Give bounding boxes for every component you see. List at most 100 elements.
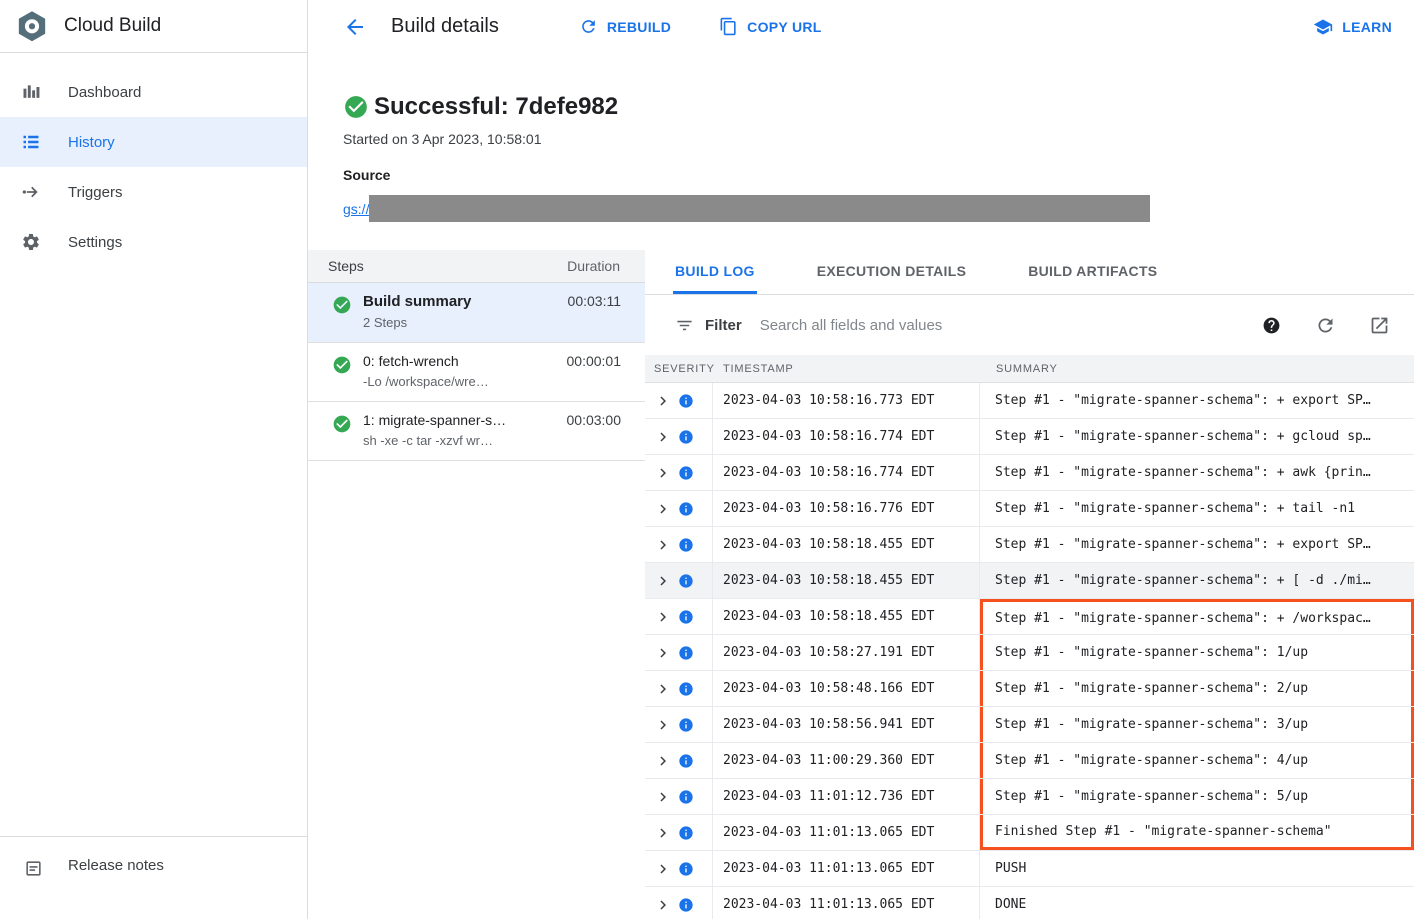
log-tabbar: BUILD LOG EXECUTION DETAILS BUILD ARTIFA… bbox=[645, 250, 1414, 295]
log-severity-cell bbox=[645, 635, 713, 670]
log-row: 2023-04-03 10:58:48.166 EDT Step #1 - "m… bbox=[645, 671, 1414, 707]
log-timestamp: 2023-04-03 10:58:48.166 EDT bbox=[713, 671, 980, 706]
expand-chevron-icon[interactable] bbox=[654, 752, 672, 770]
open-in-new-icon[interactable] bbox=[1368, 314, 1390, 336]
log-row: 2023-04-03 11:01:13.065 EDT PUSH bbox=[645, 851, 1414, 887]
expand-chevron-icon[interactable] bbox=[654, 788, 672, 806]
info-icon[interactable] bbox=[678, 681, 694, 697]
log-summary: Step #1 - "migrate-spanner-schema": 3/up bbox=[980, 707, 1414, 742]
expand-chevron-icon[interactable] bbox=[654, 860, 672, 878]
info-icon[interactable] bbox=[678, 861, 694, 877]
expand-chevron-icon[interactable] bbox=[654, 428, 672, 446]
log-timestamp: 2023-04-03 10:58:16.776 EDT bbox=[713, 491, 980, 526]
log-summary: Step #1 - "migrate-spanner-schema": + gc… bbox=[980, 419, 1414, 454]
log-severity-cell bbox=[645, 671, 713, 706]
expand-chevron-icon[interactable] bbox=[654, 716, 672, 734]
copy-url-label: COPY URL bbox=[747, 19, 822, 35]
tab-build-artifacts[interactable]: BUILD ARTIFACTS bbox=[1026, 250, 1159, 294]
log-severity-cell bbox=[645, 599, 713, 634]
source-label: Source bbox=[343, 167, 1414, 183]
release-notes-label: Release notes bbox=[68, 857, 164, 874]
log-severity-cell bbox=[645, 383, 713, 418]
step-duration: 00:00:01 bbox=[567, 353, 622, 389]
info-icon[interactable] bbox=[678, 897, 694, 913]
redacted-source-bar bbox=[369, 195, 1150, 222]
info-icon[interactable] bbox=[678, 429, 694, 445]
sidebar-item-history[interactable]: History bbox=[0, 117, 307, 167]
steps-header: Steps Duration bbox=[308, 250, 645, 283]
info-icon[interactable] bbox=[678, 573, 694, 589]
log-summary: Step #1 - "migrate-spanner-schema": + ex… bbox=[980, 383, 1414, 418]
expand-chevron-icon[interactable] bbox=[654, 824, 672, 842]
step-title: Build summary bbox=[363, 293, 557, 310]
log-summary: Step #1 - "migrate-spanner-schema": + [ … bbox=[980, 563, 1414, 598]
info-icon[interactable] bbox=[678, 717, 694, 733]
step-row-fetch-wrench[interactable]: 0: fetch-wrench -Lo /workspace/wre… 00:0… bbox=[308, 343, 645, 402]
source-link[interactable]: gs:// bbox=[343, 201, 369, 217]
log-table-header: SEVERITY TIMESTAMP SUMMARY bbox=[645, 355, 1414, 383]
tab-execution-details[interactable]: EXECUTION DETAILS bbox=[815, 250, 969, 294]
log-timestamp: 2023-04-03 10:58:16.773 EDT bbox=[713, 383, 980, 418]
log-severity-cell bbox=[645, 419, 713, 454]
log-row: 2023-04-03 10:58:27.191 EDT Step #1 - "m… bbox=[645, 635, 1414, 671]
log-summary: Step #1 - "migrate-spanner-schema": 2/up bbox=[980, 671, 1414, 706]
sidebar-item-settings[interactable]: Settings bbox=[0, 217, 307, 267]
expand-chevron-icon[interactable] bbox=[654, 644, 672, 662]
info-icon[interactable] bbox=[678, 537, 694, 553]
info-icon[interactable] bbox=[678, 609, 694, 625]
step-duration: 00:03:00 bbox=[567, 412, 622, 448]
step-subtitle: -Lo /workspace/wre… bbox=[363, 374, 556, 389]
log-summary: Step #1 - "migrate-spanner-schema": 5/up bbox=[980, 779, 1414, 814]
learn-button[interactable]: LEARN bbox=[1313, 17, 1392, 37]
info-icon[interactable] bbox=[678, 753, 694, 769]
info-icon[interactable] bbox=[678, 465, 694, 481]
copy-url-button[interactable]: COPY URL bbox=[719, 17, 822, 36]
log-row: 2023-04-03 11:01:13.065 EDT DONE bbox=[645, 887, 1414, 919]
log-timestamp: 2023-04-03 10:58:18.455 EDT bbox=[713, 563, 980, 598]
expand-chevron-icon[interactable] bbox=[654, 464, 672, 482]
log-timestamp: 2023-04-03 10:58:16.774 EDT bbox=[713, 419, 980, 454]
expand-chevron-icon[interactable] bbox=[654, 896, 672, 914]
log-summary: Step #1 - "migrate-spanner-schema": + ta… bbox=[980, 491, 1414, 526]
log-timestamp: 2023-04-03 10:58:18.455 EDT bbox=[713, 599, 980, 634]
tab-build-log[interactable]: BUILD LOG bbox=[673, 250, 757, 294]
help-icon[interactable] bbox=[1260, 314, 1282, 336]
rebuild-button[interactable]: REBUILD bbox=[579, 17, 671, 36]
main-area: Build details REBUILD COPY URL LEARN Suc… bbox=[308, 0, 1414, 919]
expand-chevron-icon[interactable] bbox=[654, 392, 672, 410]
refresh-icon[interactable] bbox=[1314, 314, 1336, 336]
log-rows: 2023-04-03 10:58:16.773 EDT Step #1 - "m… bbox=[645, 383, 1414, 919]
sidebar-item-triggers[interactable]: Triggers bbox=[0, 167, 307, 217]
sidebar-item-dashboard[interactable]: Dashboard bbox=[0, 67, 307, 117]
log-table: SEVERITY TIMESTAMP SUMMARY 2023-04-03 10… bbox=[645, 355, 1414, 919]
step-duration: 00:03:11 bbox=[568, 293, 621, 330]
expand-chevron-icon[interactable] bbox=[654, 536, 672, 554]
expand-chevron-icon[interactable] bbox=[654, 500, 672, 518]
log-row: 2023-04-03 10:58:16.774 EDT Step #1 - "m… bbox=[645, 455, 1414, 491]
log-timestamp: 2023-04-03 11:01:12.736 EDT bbox=[713, 779, 980, 814]
expand-chevron-icon[interactable] bbox=[654, 680, 672, 698]
info-icon[interactable] bbox=[678, 393, 694, 409]
step-row-migrate-spanner[interactable]: 1: migrate-spanner-s… sh -xe -c tar -xzv… bbox=[308, 402, 645, 461]
info-icon[interactable] bbox=[678, 501, 694, 517]
release-notes[interactable]: Release notes bbox=[0, 836, 307, 919]
filter-button[interactable]: Filter bbox=[675, 316, 742, 335]
info-icon[interactable] bbox=[678, 645, 694, 661]
step-row-build-summary[interactable]: Build summary 2 Steps 00:03:11 bbox=[308, 283, 645, 343]
log-summary: Finished Step #1 - "migrate-spanner-sche… bbox=[980, 815, 1414, 850]
expand-chevron-icon[interactable] bbox=[654, 608, 672, 626]
release-notes-icon bbox=[22, 857, 44, 879]
sidebar: Cloud Build Dashboard History Triggers bbox=[0, 0, 308, 919]
info-icon[interactable] bbox=[678, 825, 694, 841]
back-arrow-icon[interactable] bbox=[343, 15, 367, 39]
log-timestamp: 2023-04-03 11:01:13.065 EDT bbox=[713, 851, 980, 886]
log-summary: Step #1 - "migrate-spanner-schema": + /w… bbox=[980, 599, 1414, 634]
expand-chevron-icon[interactable] bbox=[654, 572, 672, 590]
log-summary: Step #1 - "migrate-spanner-schema": 1/up bbox=[980, 635, 1414, 670]
trigger-arrow-icon bbox=[20, 181, 42, 203]
log-search-input[interactable] bbox=[760, 317, 1228, 334]
log-row: 2023-04-03 11:01:13.065 EDT Finished Ste… bbox=[645, 815, 1414, 851]
log-row: 2023-04-03 11:00:29.360 EDT Step #1 - "m… bbox=[645, 743, 1414, 779]
info-icon[interactable] bbox=[678, 789, 694, 805]
step-success-check-icon bbox=[332, 355, 352, 375]
